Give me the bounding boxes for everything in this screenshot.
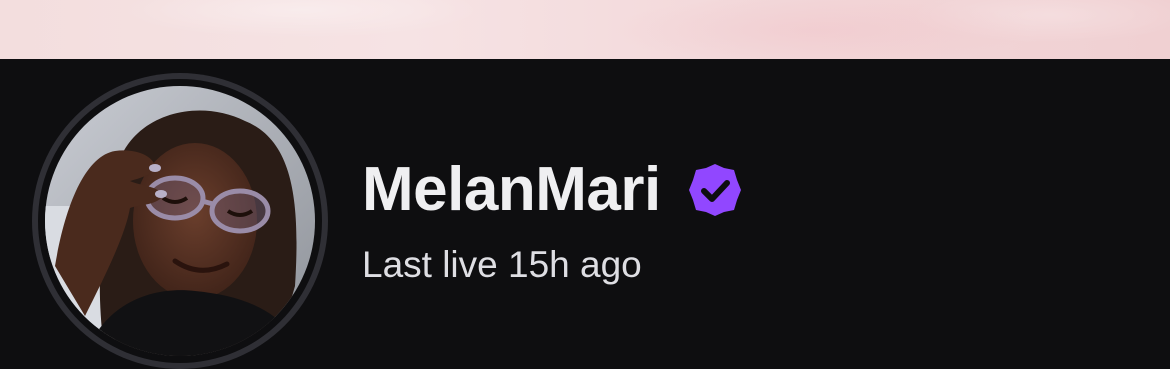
channel-header: MelanMari Last live 15h ago — [0, 59, 1170, 369]
banner-texture — [0, 0, 1170, 59]
last-live-status: Last live 15h ago — [362, 244, 642, 285]
channel-banner — [0, 0, 1170, 59]
avatar-frame — [38, 79, 322, 363]
avatar-ring[interactable] — [32, 73, 328, 369]
channel-name-row: MelanMari — [362, 152, 743, 228]
channel-name[interactable]: MelanMari — [362, 159, 661, 221]
verified-check-icon[interactable] — [687, 162, 743, 218]
avatar-image — [45, 86, 315, 356]
verified-badge-shape — [688, 164, 741, 216]
avatar[interactable] — [45, 86, 315, 356]
